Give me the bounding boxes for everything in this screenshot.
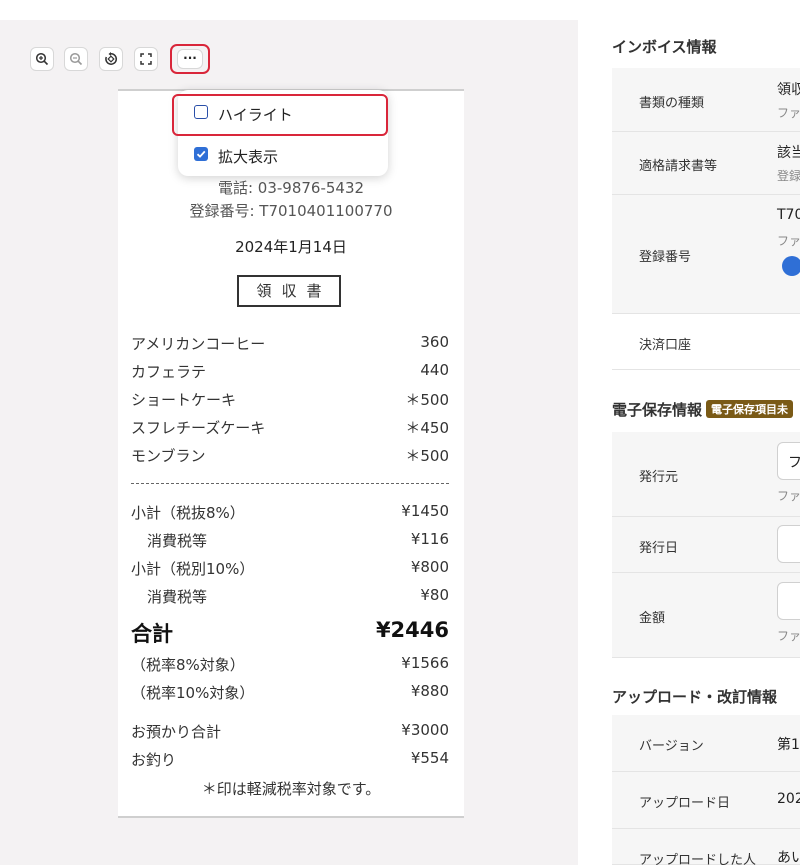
item-name: カフェラテ [131, 363, 207, 381]
row-subtext: ファ [777, 106, 800, 120]
row-key: 適格請求書等 [639, 159, 718, 174]
subtotal-value: ¥800 [410, 558, 449, 576]
item-price: 360 [420, 333, 449, 351]
subtotal-label: 小計（税別10%） [131, 560, 255, 578]
row-key: 発行日 [639, 541, 679, 556]
receipt-date: 2024年1月14日 [235, 238, 347, 256]
upload-section-title: アップロード・改訂情報 [612, 688, 778, 706]
row-value: 該当 [777, 145, 800, 161]
row-subtext: ファ [777, 629, 800, 643]
menu-item-label: 拡大表示 [218, 148, 279, 166]
row-key: 金額 [639, 611, 666, 626]
tax-label: 消費税等 [147, 588, 208, 606]
row-key: バージョン [639, 739, 704, 754]
row-subtext: ファ [777, 234, 800, 248]
zoom-out-button[interactable] [64, 47, 88, 71]
receipt-page: 東京都世田谷区世田谷4-5-6 電話: 03-9876-5432 登録番号: T… [118, 89, 464, 818]
total-label: 合計 [131, 622, 173, 646]
paid-label: お預かり合計 [131, 723, 222, 741]
fullscreen-button[interactable] [134, 47, 158, 71]
storage-row-issuer: 発行元 フ ファ [612, 432, 800, 517]
row-value: 202 [777, 791, 800, 807]
item-price: ＊500 [405, 447, 449, 465]
subtotal-value: ¥1450 [401, 502, 449, 520]
tax-value: ¥80 [420, 586, 449, 604]
menu-item-zoom-view[interactable]: 拡大表示 [178, 136, 388, 174]
receipt-footnote: ＊印は軽減税率対象です。 [201, 780, 381, 798]
invoice-row-registration: 登録番号 T70 ファ [612, 195, 800, 314]
invoice-row-qualified: 適格請求書等 該当 登録 [612, 132, 800, 195]
row-value: 領収 [777, 82, 800, 98]
row-subtext: ファ [777, 489, 800, 503]
zoom-in-icon [35, 52, 49, 66]
breakdown-label: （税率8%対象） [131, 656, 245, 674]
item-name: モンブラン [131, 447, 206, 465]
tax-value: ¥116 [410, 530, 449, 548]
row-value: あい [777, 850, 800, 866]
fullscreen-icon [140, 53, 152, 65]
item-name: ショートケーキ [131, 391, 237, 409]
checkbox-checked-icon[interactable] [194, 147, 208, 161]
storage-row-amount: 金額 ファ [612, 573, 800, 658]
item-name: スフレチーズケーキ [131, 419, 266, 437]
row-key: 登録番号 [639, 250, 692, 265]
amount-input[interactable] [777, 582, 800, 620]
item-price: 440 [420, 361, 449, 379]
paid-value: ¥3000 [401, 721, 449, 739]
highlight-item-outline [172, 94, 388, 136]
verified-check-icon [782, 256, 800, 276]
row-value: 第1 [777, 737, 800, 753]
issuer-input[interactable]: フ [777, 442, 800, 480]
more-button[interactable]: ··· [177, 49, 203, 69]
row-key: アップロードした人 [639, 853, 757, 868]
change-label: お釣り [131, 751, 177, 769]
row-value: T70 [777, 207, 800, 223]
item-name: アメリカンコーヒー [131, 335, 266, 353]
item-price: ＊450 [405, 419, 449, 437]
issue-date-input[interactable] [777, 525, 800, 563]
rotate-button[interactable] [99, 47, 123, 71]
issuer-input-value: フ [788, 455, 800, 471]
row-key: 決済口座 [639, 338, 692, 353]
rotate-icon [105, 52, 118, 65]
document-viewer: ··· 東京都世田谷区世田谷4-5-6 電話: 03-9876-5432 登録番… [0, 20, 578, 865]
divider [131, 483, 449, 484]
zoom-in-button[interactable] [30, 47, 54, 71]
invoice-row-doc-type: 書類の種類 領収 ファ [612, 68, 800, 132]
more-button-highlight: ··· [170, 44, 210, 74]
change-value: ¥554 [410, 749, 449, 767]
invoice-section-title: インボイス情報 [612, 38, 717, 56]
more-icon: ··· [183, 51, 197, 65]
tax-label: 消費税等 [147, 532, 208, 550]
storage-status-badge: 電子保存項目未 [706, 400, 794, 418]
row-key: 発行元 [639, 470, 679, 485]
breakdown-label: （税率10%対象） [131, 684, 255, 702]
upload-row-user: アップロードした人 あい [612, 829, 800, 868]
subtotal-label: 小計（税抜8%） [131, 504, 245, 522]
receipt-title: 領収書 [237, 275, 341, 307]
upload-row-date: アップロード日 202 [612, 772, 800, 829]
row-key: アップロード日 [639, 796, 731, 811]
storage-section-title: 電子保存情報 電子保存項目未 [612, 399, 794, 420]
storage-row-date: 発行日 [612, 517, 800, 573]
row-key: 書類の種類 [639, 96, 705, 111]
storage-title-text: 電子保存情報 [612, 401, 703, 419]
item-price: ＊500 [405, 391, 449, 409]
registration-number: 登録番号: T7010401100770 [189, 202, 393, 220]
invoice-row-account: 決済口座 [612, 314, 800, 370]
row-subtext: 登録 [777, 169, 800, 183]
store-phone: 電話: 03-9876-5432 [217, 179, 365, 197]
upload-row-version: バージョン 第1 [612, 715, 800, 772]
breakdown-value: ¥880 [410, 682, 449, 700]
info-panel: インボイス情報 書類の種類 領収 ファ 適格請求書等 該当 登録 登録番号 T7… [578, 0, 800, 868]
breakdown-value: ¥1566 [401, 654, 449, 672]
total-value: ¥2446 [375, 618, 449, 642]
zoom-out-icon [69, 52, 83, 66]
